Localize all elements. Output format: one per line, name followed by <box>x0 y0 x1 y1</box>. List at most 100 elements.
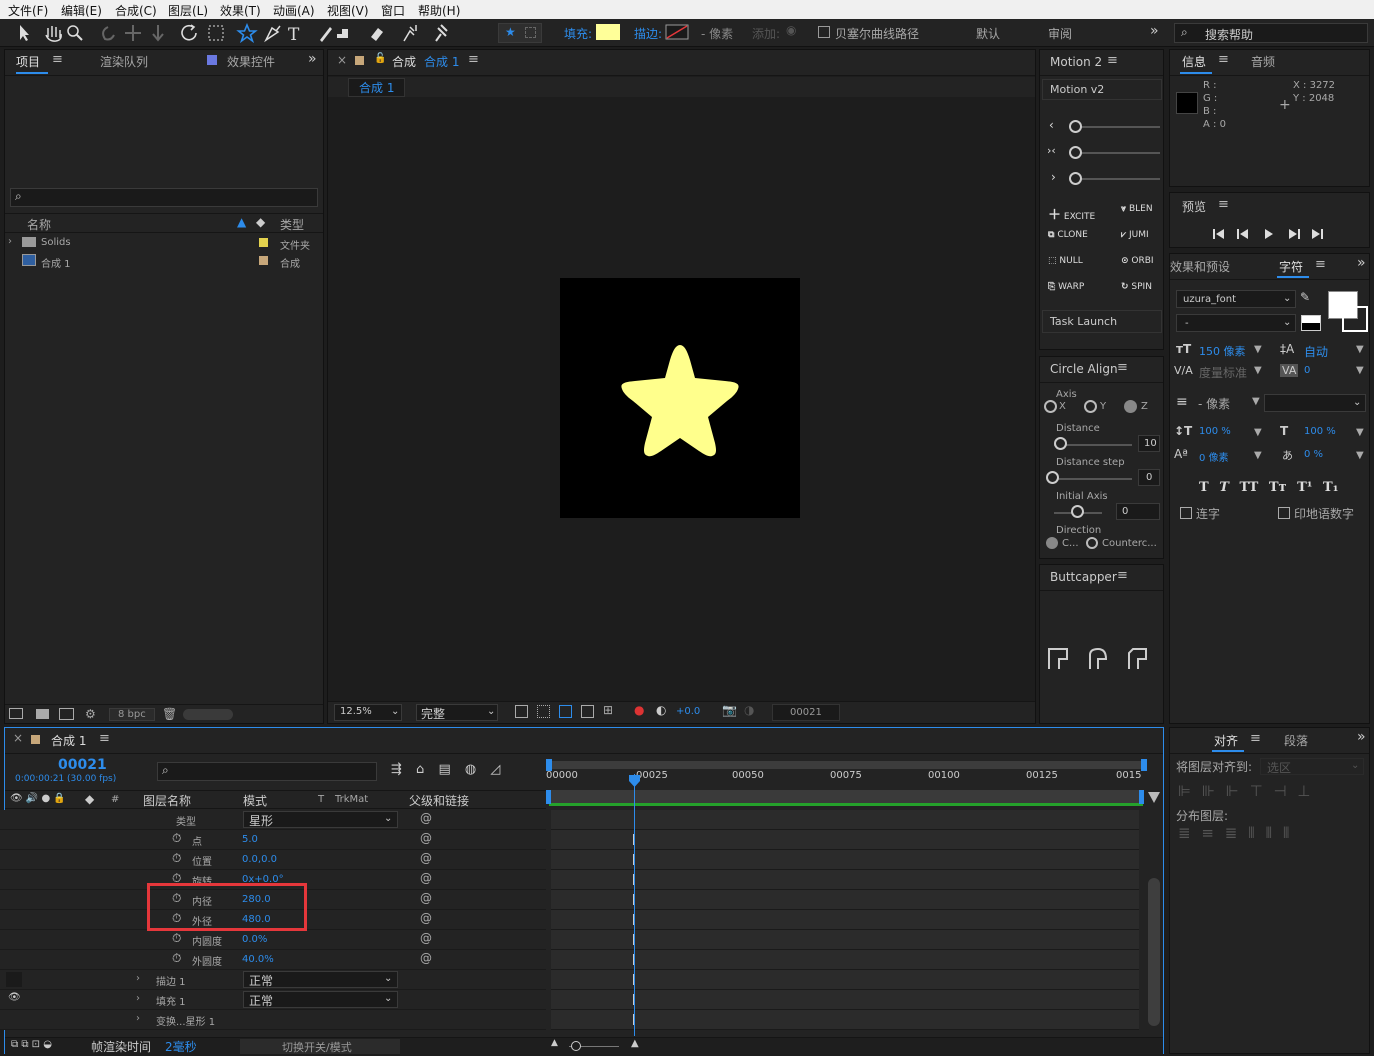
color-management-icon[interactable]: ◐ <box>656 703 666 717</box>
chevron-down-icon[interactable]: ▼ <box>1254 450 1262 461</box>
next-frame-icon[interactable] <box>1289 229 1300 239</box>
hindi-digits-checkbox[interactable] <box>1278 507 1290 519</box>
previous-frame-icon[interactable] <box>1237 229 1248 239</box>
horizontal-scale-value[interactable]: 100 % <box>1304 426 1336 437</box>
tab-render-queue[interactable]: 渲染队列 <box>100 53 148 70</box>
add-dropdown-icon[interactable]: ◉ <box>786 23 796 37</box>
zoom-in-icon[interactable]: ▲ <box>631 1038 639 1049</box>
frame-blending-icon[interactable]: ◍ <box>465 762 476 777</box>
stroke-color-swatch[interactable] <box>665 24 689 40</box>
tab-audio[interactable]: 音频 <box>1251 53 1275 70</box>
av-switches-icons[interactable]: 👁 🔊 ● 🔒 <box>10 793 66 804</box>
new-folder-icon[interactable] <box>36 709 49 719</box>
layer-duration-bar[interactable] <box>546 790 1144 806</box>
menu-layer[interactable]: 图层(L) <box>168 2 208 19</box>
scroll-thumb[interactable] <box>1148 878 1160 1026</box>
project-search-input[interactable]: ⌕ <box>10 188 318 207</box>
pick-whip-icon[interactable]: @ <box>420 871 432 885</box>
chevron-down-icon[interactable]: ▼ <box>1254 365 1262 376</box>
menu-animation[interactable]: 动画(A) <box>273 2 315 19</box>
axis-z-radio[interactable] <box>1124 400 1137 413</box>
property-value[interactable]: 5.0 <box>242 834 258 845</box>
step-input[interactable]: 0 <box>1138 469 1160 486</box>
distribute-bottom-icon[interactable]: ≣ <box>1225 824 1238 842</box>
visibility-toggle[interactable] <box>6 972 22 987</box>
project-settings-icon[interactable]: ⚙ <box>85 707 96 721</box>
timeline-tab[interactable]: 合成 1 <box>51 732 86 749</box>
transparency-grid-icon[interactable] <box>537 705 550 718</box>
comp-subtab[interactable]: 合成 1 <box>348 78 406 97</box>
chevron-down-icon[interactable]: ▼ <box>1356 365 1364 376</box>
work-area-end[interactable] <box>1141 759 1147 771</box>
round-cap-icon[interactable] <box>1089 647 1108 669</box>
current-time-indicator[interactable] <box>634 774 635 1036</box>
font-style-select[interactable]: - ⌄ <box>1176 314 1296 332</box>
menu-effect[interactable]: 效果(T) <box>220 2 261 19</box>
subscript-icon[interactable]: T₁ <box>1323 480 1338 495</box>
panel-menu-icon[interactable]: ≡ <box>52 52 63 67</box>
table-row[interactable]: ⏱ 外圆度 40.0% @ <box>0 950 546 970</box>
table-row[interactable]: ⏱ 位置 0.0,0.0 @ <box>0 850 546 870</box>
small-caps-icon[interactable]: Tт <box>1269 480 1287 495</box>
distribute-right-icon[interactable]: ⦀ <box>1283 824 1290 842</box>
chevron-down-icon[interactable]: ▼ <box>1252 396 1260 407</box>
resolution-select[interactable]: 完整 ⌄ <box>416 704 498 721</box>
align-vcenter-icon[interactable]: ⊣ <box>1273 782 1286 800</box>
ligatures-checkbox[interactable] <box>1180 507 1192 519</box>
ease-both-slider[interactable] <box>1070 152 1160 154</box>
stopwatch-icon[interactable]: ⏱ <box>172 931 181 946</box>
blend-button[interactable]: ⩔ BLEN <box>1121 204 1153 214</box>
slider-knob[interactable] <box>1046 471 1059 484</box>
align-right-icon[interactable]: ⊩ <box>1226 782 1239 800</box>
tab-effects-presets[interactable]: 效果和预设 <box>1170 258 1230 275</box>
timeline-scrollbar[interactable] <box>1146 790 1162 1036</box>
thumbnail-slider[interactable] <box>183 709 233 720</box>
comp-canvas[interactable] <box>560 278 800 518</box>
tab-project[interactable]: 项目 <box>16 53 40 70</box>
vertical-scale-value[interactable]: 100 % <box>1199 426 1231 437</box>
eye-icon[interactable]: 👁 <box>8 992 21 1003</box>
stroke-width-field[interactable]: - 像素 <box>701 25 733 42</box>
pick-whip-icon[interactable]: @ <box>420 951 432 965</box>
distribute-top-icon[interactable]: ≣ <box>1178 824 1191 842</box>
slider-knob[interactable] <box>1071 505 1084 518</box>
tracking-value[interactable]: 0 <box>1304 365 1310 376</box>
chevron-down-icon[interactable]: ▼ <box>1254 344 1262 355</box>
current-time-display[interactable]: 00021 <box>58 757 107 773</box>
snapshot-camera-icon[interactable]: 📷 <box>722 703 737 717</box>
step-slider[interactable] <box>1054 478 1132 480</box>
panel-menu-icon[interactable]: ≡ <box>1250 731 1261 746</box>
list-item[interactable]: 合成 1 合成 <box>5 252 323 270</box>
panel-menu-icon[interactable]: ≡ <box>1107 53 1118 68</box>
play-icon[interactable] <box>1265 229 1273 239</box>
spin-button[interactable]: ↻ SPIN <box>1121 282 1152 292</box>
scroll-marker-icon[interactable] <box>1148 792 1160 803</box>
lock-icon[interactable]: 🔓 <box>374 53 386 64</box>
workspace-review[interactable]: 审阅 <box>1048 25 1072 42</box>
fill-color-swatch[interactable] <box>596 24 620 40</box>
pick-whip-icon[interactable]: @ <box>420 831 432 845</box>
more-tabs-icon[interactable]: » <box>1357 729 1366 745</box>
mask-visibility-icon[interactable] <box>559 705 572 718</box>
timeline-search-input[interactable]: ⌕ <box>157 762 377 781</box>
butt-cap-icon[interactable] <box>1048 648 1068 669</box>
direction-ccw-radio[interactable] <box>1086 537 1098 549</box>
stroke-order-select[interactable]: ⌄ <box>1264 394 1366 412</box>
close-panel-icon[interactable]: × <box>337 53 347 67</box>
projecting-cap-icon[interactable] <box>1128 648 1147 669</box>
panel-menu-icon[interactable]: ≡ <box>1117 360 1128 375</box>
mask-mode-toggle[interactable]: ★ <box>498 23 542 43</box>
footer-switch-icons[interactable]: ⧉ ⧉ ⊡ ◒ <box>11 1039 52 1050</box>
current-frame-field[interactable]: 00021 <box>772 704 840 721</box>
menu-file[interactable]: 文件(F) <box>8 2 48 19</box>
table-row[interactable]: › 描边 1 正常 ⌄ <box>0 970 546 990</box>
orbit-button[interactable]: ⊙ ORBI <box>1121 256 1154 266</box>
exposure-value[interactable]: +0.0 <box>676 706 700 717</box>
tool-icons[interactable]: T <box>8 23 348 43</box>
last-frame-icon[interactable] <box>1312 229 1323 239</box>
toggle-switches-button[interactable]: 切换开关/模式 <box>240 1039 400 1054</box>
baseline-shift-value[interactable]: 0 像素 <box>1199 449 1229 464</box>
property-value[interactable]: 40.0% <box>242 954 274 965</box>
col-name[interactable]: 名称 <box>27 216 51 233</box>
table-row[interactable]: 👁 › 填充 1 正常 ⌄ <box>0 990 546 1010</box>
